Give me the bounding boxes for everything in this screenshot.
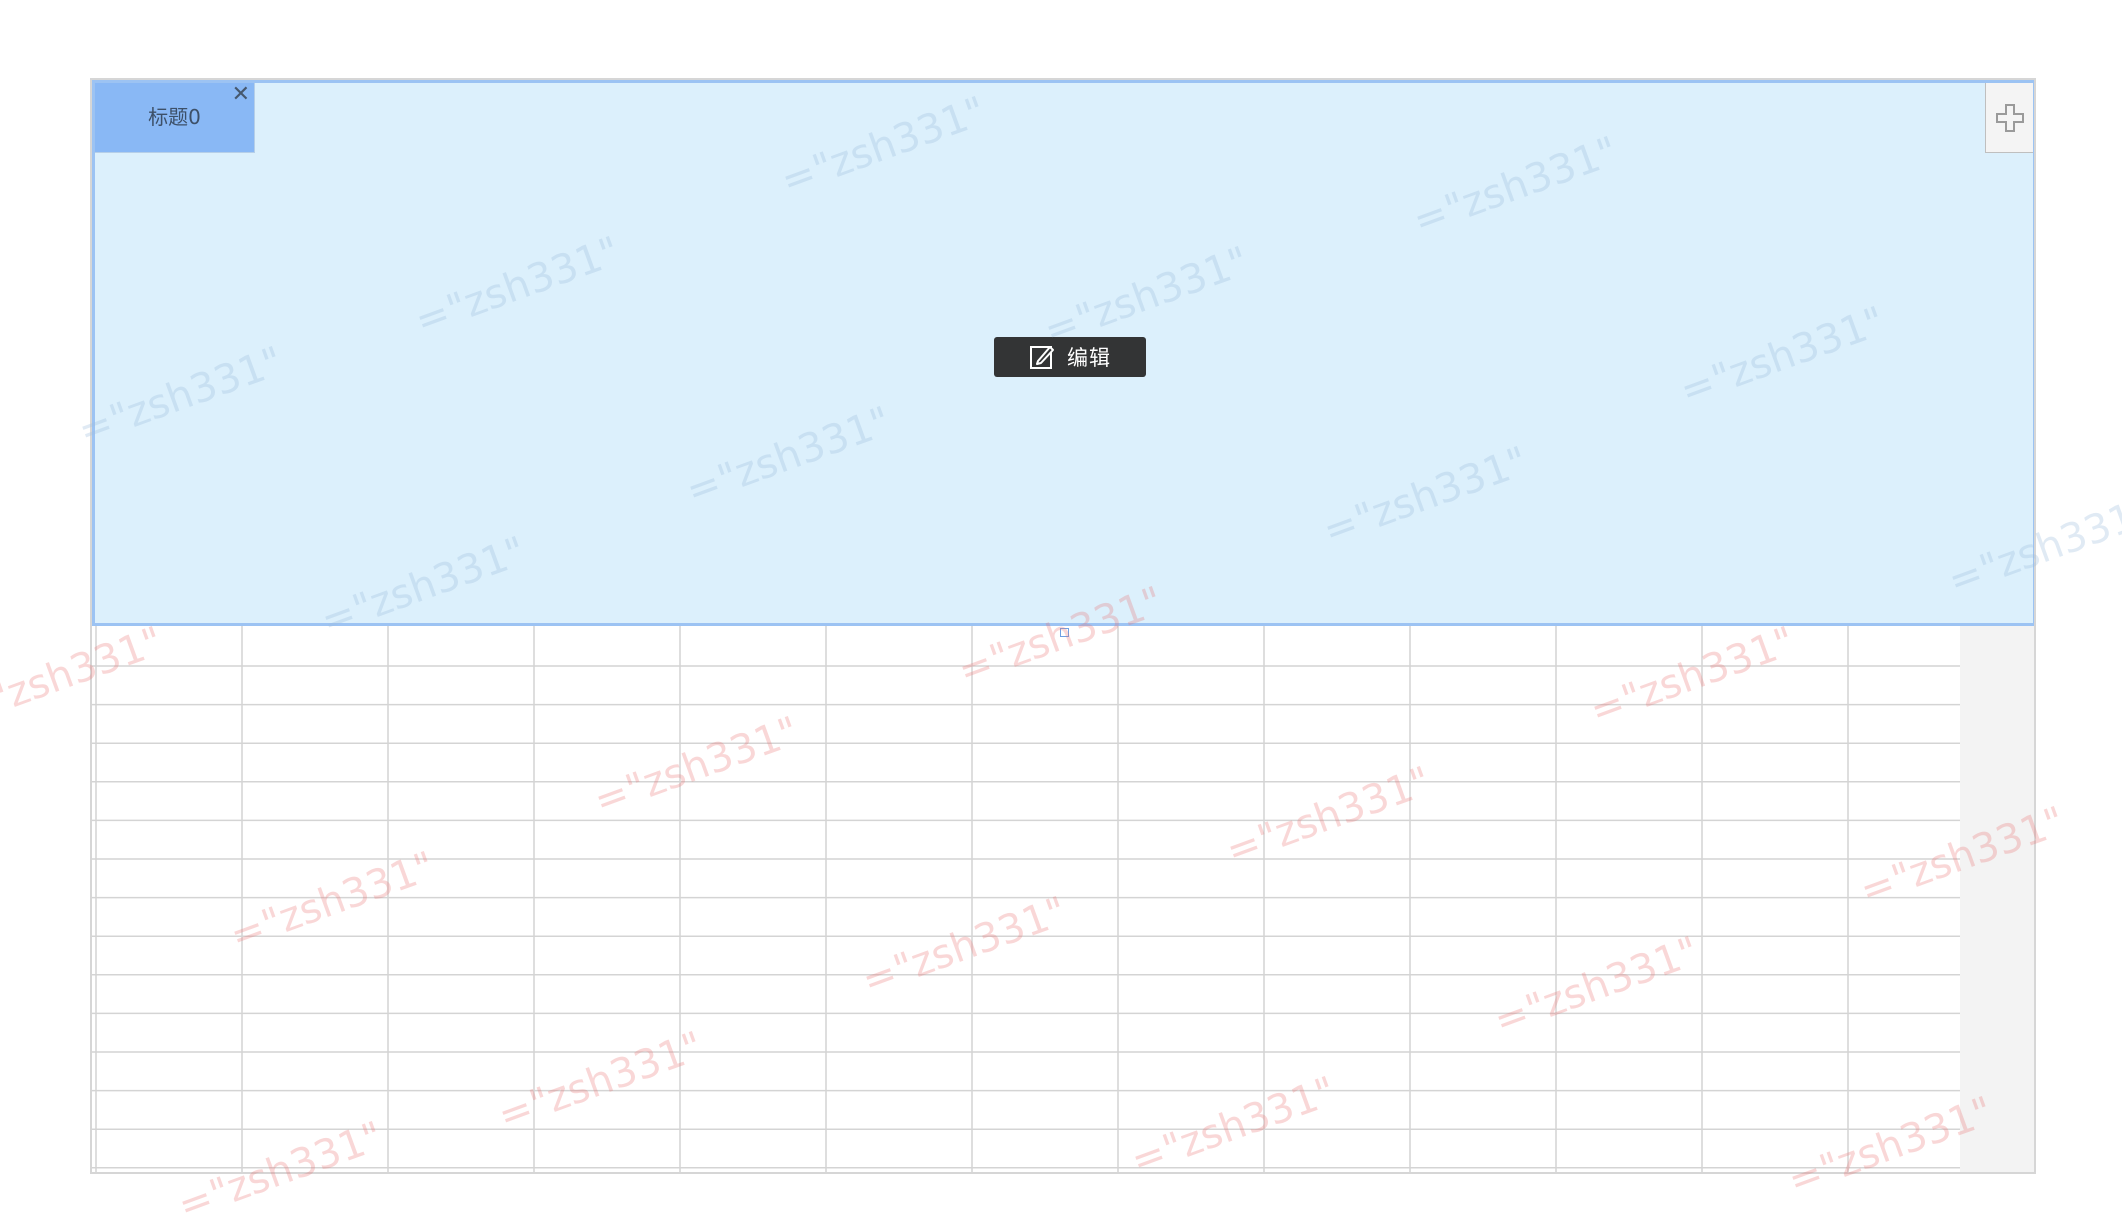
add-tab-button[interactable] [1985, 83, 2033, 153]
close-icon[interactable]: ✕ [232, 81, 250, 109]
edit-icon [1030, 346, 1054, 369]
edit-button[interactable]: 编辑 [994, 337, 1146, 377]
dashboard-canvas: 标题0 ✕ 编辑 [90, 78, 2036, 1174]
plus-icon [1995, 103, 2024, 132]
edit-button-label: 编辑 [1067, 346, 1111, 370]
resize-handle[interactable] [1060, 628, 1069, 637]
tab-label: 标题0 [148, 105, 201, 129]
tab-title-0[interactable]: 标题0 ✕ [95, 81, 255, 153]
tab-container-widget[interactable]: 标题0 ✕ 编辑 [92, 80, 2034, 626]
